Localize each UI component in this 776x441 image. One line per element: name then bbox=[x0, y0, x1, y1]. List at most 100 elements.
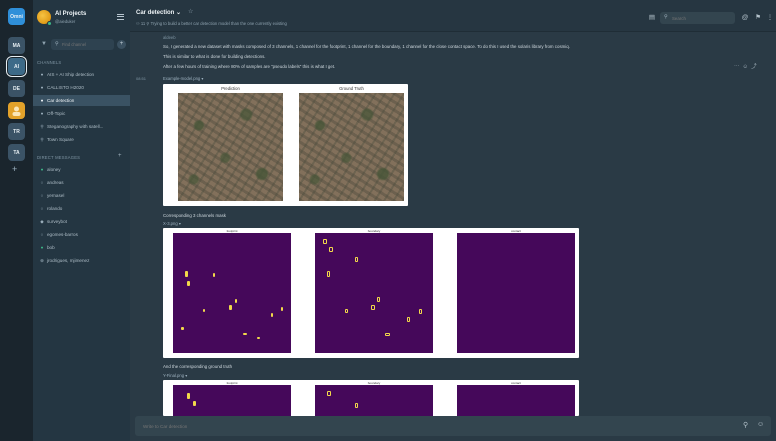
team-label: TR bbox=[13, 128, 20, 135]
team-ma[interactable]: MA bbox=[8, 37, 25, 54]
globe-icon: ⚲ bbox=[40, 124, 44, 129]
header-search[interactable]: ⚲ bbox=[660, 12, 735, 24]
find-channel-input[interactable] bbox=[62, 41, 112, 48]
team-label: Omni bbox=[10, 13, 23, 20]
team-ai[interactable]: AI bbox=[6, 56, 27, 77]
message-composer[interactable]: ⚲ ☺ bbox=[135, 416, 771, 436]
star-icon[interactable]: ☆ bbox=[188, 8, 193, 15]
dm-item-label: bob bbox=[47, 245, 55, 250]
attachment-filename[interactable]: Y-Final.png ▾ bbox=[163, 373, 187, 378]
team-ta[interactable]: TA bbox=[8, 144, 25, 161]
attachment-image[interactable]: footprint boundary contact bbox=[163, 380, 579, 416]
channel-icon: ● bbox=[40, 98, 44, 103]
dm-item[interactable]: ● aloney bbox=[33, 164, 130, 175]
team-label: AI bbox=[14, 63, 19, 70]
menu-icon[interactable] bbox=[117, 14, 124, 20]
dm-item[interactable]: ◆ surveybot bbox=[33, 216, 130, 227]
team-header[interactable]: AI Projects @aieduker bbox=[33, 8, 130, 28]
find-channel-row: ▼ ⚲ + bbox=[37, 39, 126, 50]
team-sidebar: Omni MA AI DE TR TA + bbox=[0, 0, 33, 441]
dm-item[interactable]: ⊕ jrodrigues, mjimenez bbox=[33, 255, 130, 266]
attachment-image[interactable]: Prediction Ground Truth bbox=[163, 84, 408, 206]
sidebar-item-off-topic[interactable]: ● Off-Topic bbox=[33, 108, 130, 119]
post-text: This is similar to what is done for buil… bbox=[163, 54, 266, 59]
add-team-icon[interactable]: + bbox=[12, 164, 17, 174]
sidebar-item-label: Off-Topic bbox=[47, 111, 66, 116]
sidebar-item-steganography[interactable]: ⚲ Steganography with satell... bbox=[33, 121, 130, 132]
sidebar-item-car-detection[interactable]: ● Car detection bbox=[33, 95, 130, 106]
boundary-mask-plot bbox=[315, 233, 433, 353]
status-offline-icon: ○ bbox=[40, 193, 44, 198]
channel-title[interactable]: Car detection ⌄ bbox=[136, 9, 181, 16]
bot-icon: ◆ bbox=[40, 219, 44, 224]
add-dm-icon[interactable]: + bbox=[118, 153, 122, 159]
message-input[interactable] bbox=[143, 422, 663, 430]
boundary-gt-plot bbox=[315, 385, 433, 416]
ground-truth-satellite-image bbox=[299, 93, 404, 201]
dm-item[interactable]: ● bob bbox=[33, 242, 130, 253]
team-username: @aieduker bbox=[55, 19, 76, 24]
panel-title: Prediction bbox=[221, 86, 240, 91]
emoji-icon[interactable]: ☺ bbox=[757, 421, 764, 428]
search-icon: ⚲ bbox=[664, 14, 668, 20]
search-input[interactable] bbox=[672, 14, 732, 22]
flag-icon[interactable]: ⚑ bbox=[754, 14, 762, 22]
attachment-filename[interactable]: X-3.png ▾ bbox=[163, 221, 181, 226]
more-icon[interactable]: ⋮ bbox=[766, 14, 774, 22]
channel-header-meta: ⚇ 11 ⚲ Trying to build a better car dete… bbox=[136, 21, 287, 26]
sidebar-item-label: Town Square bbox=[47, 137, 74, 142]
add-channel-button[interactable]: + bbox=[117, 40, 126, 49]
dm-item-label: egomes-barros bbox=[47, 232, 78, 237]
team-label: MA bbox=[12, 42, 21, 49]
status-offline-icon: ○ bbox=[40, 180, 44, 185]
attach-icon[interactable]: ⚲ bbox=[743, 421, 748, 429]
dm-item-label: aloney bbox=[47, 167, 61, 172]
post-sender[interactable]: aldeeb bbox=[163, 35, 176, 40]
sidebar-item-town-square[interactable]: ⚲ Town Square bbox=[33, 134, 130, 145]
sidebar-item-label: Car detection bbox=[47, 98, 75, 103]
team-omni[interactable]: Omni bbox=[8, 8, 25, 25]
channel-info-icon[interactable]: ▤ bbox=[648, 14, 656, 22]
sidebar-item-ais-ship-detection[interactable]: ● AIS + AI Ship detection bbox=[33, 69, 130, 80]
filter-icon[interactable]: ▼ bbox=[41, 41, 48, 47]
attachment-image[interactable]: footprint boundary contact bbox=[163, 228, 579, 358]
channel-sidebar: AI Projects @aieduker ▼ ⚲ + CHANNELS ● A… bbox=[33, 0, 130, 441]
team-avatar-icon bbox=[12, 106, 21, 116]
mentions-icon[interactable]: @ bbox=[741, 14, 749, 22]
dm-item-label: jrodrigues, mjimenez bbox=[47, 258, 90, 263]
sidebar-item-callisto[interactable]: ● CALLISTO H2020 bbox=[33, 82, 130, 93]
panel-title: Ground Truth bbox=[339, 86, 364, 91]
sidebar-item-label: Steganography with satell... bbox=[47, 124, 104, 129]
channels-section-label[interactable]: CHANNELS bbox=[37, 60, 61, 65]
prediction-satellite-image bbox=[178, 93, 283, 201]
dm-item[interactable]: ○ rolando bbox=[33, 203, 130, 214]
post-text: After a few hours of training where 80% … bbox=[163, 64, 336, 69]
footprint-mask-plot bbox=[173, 233, 291, 353]
dm-item-label: surveybot bbox=[47, 219, 67, 224]
attachment-filename[interactable]: Example-model.png ▾ bbox=[163, 76, 204, 81]
dm-item[interactable]: ○ andreas bbox=[33, 177, 130, 188]
channel-icon: ● bbox=[40, 72, 44, 77]
contact-mask-plot bbox=[457, 233, 575, 353]
team-avatar[interactable] bbox=[8, 102, 25, 119]
team-label: DE bbox=[13, 85, 20, 92]
post-text: So, I generated a new dataset with masks… bbox=[163, 44, 570, 49]
team-de[interactable]: DE bbox=[8, 80, 25, 97]
main-panel: Car detection ⌄ ☆ ⚇ 11 ⚲ Trying to build… bbox=[130, 0, 776, 441]
footprint-gt-plot bbox=[173, 385, 291, 416]
globe-icon: ⚲ bbox=[40, 137, 44, 142]
dm-item-label: yernasel bbox=[47, 193, 65, 198]
app-window: Omni MA AI DE TR TA + AI Projects @aiedu… bbox=[0, 0, 776, 441]
post-actions[interactable]: ⋯☺⤴ bbox=[734, 62, 760, 70]
channel-icon: ● bbox=[40, 85, 44, 90]
channel-icon: ● bbox=[40, 111, 44, 116]
find-channel-box[interactable]: ⚲ bbox=[51, 39, 114, 50]
direct-messages-section-label[interactable]: DIRECT MESSAGES bbox=[37, 155, 80, 160]
dm-item[interactable]: ○ yernasel bbox=[33, 190, 130, 201]
group-icon: ⊕ bbox=[40, 258, 44, 263]
sidebar-item-label: CALLISTO H2020 bbox=[47, 85, 84, 90]
dm-item[interactable]: ○ egomes-barros bbox=[33, 229, 130, 240]
post-text: Corresponding 3 channels mask bbox=[163, 213, 226, 218]
team-tr[interactable]: TR bbox=[8, 123, 25, 140]
search-icon: ⚲ bbox=[55, 41, 59, 47]
